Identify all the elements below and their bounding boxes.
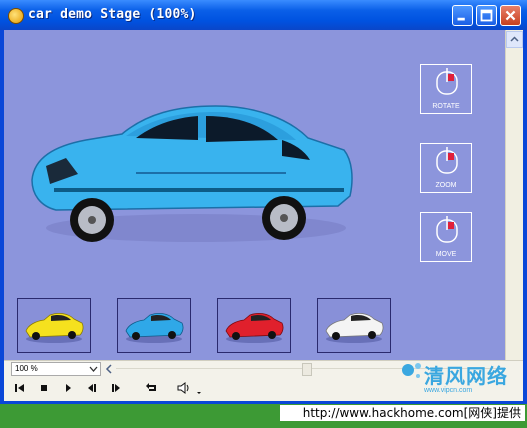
vertical-scrollbar[interactable] (505, 30, 523, 360)
chevron-down-icon (89, 366, 98, 372)
title-bar[interactable]: car demo Stage (100%) (0, 0, 527, 30)
zoom-label: ZOOM (435, 182, 457, 189)
thumbnail-red-car[interactable] (217, 298, 291, 353)
mouse-icon (436, 147, 458, 174)
scroll-left-button[interactable] (103, 363, 115, 375)
scroll-up-button[interactable] (506, 31, 523, 48)
rewind-button[interactable] (12, 380, 28, 396)
step-forward-button[interactable] (108, 380, 124, 396)
step-back-button[interactable] (84, 380, 100, 396)
main-car-model[interactable] (26, 88, 356, 248)
blue-car-image (125, 312, 184, 343)
thumbnail-yellow-car[interactable] (17, 298, 91, 353)
zoom-value: 100 % (15, 364, 38, 373)
stage-canvas[interactable]: ROTATE ZOOM MOVE (4, 30, 523, 360)
maximize-icon (480, 9, 493, 22)
rotate-label: ROTATE (432, 103, 460, 110)
volume-dropdown-icon[interactable] (194, 380, 210, 396)
rotate-button[interactable]: ROTATE (420, 64, 472, 114)
move-label: MOVE (435, 251, 457, 258)
zoom-select[interactable]: 100 % (11, 362, 101, 376)
mouse-icon (436, 216, 458, 243)
move-button[interactable]: MOVE (420, 212, 472, 262)
stop-button[interactable] (36, 380, 52, 396)
chevron-up-icon (510, 36, 519, 42)
app-icon (8, 8, 24, 24)
watermark-url: www.vipcn.com (424, 387, 473, 394)
minimize-button[interactable] (452, 5, 473, 26)
minimize-icon (457, 17, 465, 21)
watermark: 清风网络 www.vipcn.com (398, 352, 516, 396)
mouse-icon (436, 68, 458, 95)
red-car-image (225, 312, 284, 343)
maximize-button[interactable] (476, 5, 497, 26)
watermark-dots-icon (402, 363, 421, 378)
close-button[interactable] (500, 5, 521, 26)
loop-button[interactable] (144, 380, 160, 396)
play-button[interactable] (60, 380, 76, 396)
white-car-image (325, 312, 384, 343)
yellow-car-image (25, 312, 84, 343)
zoom-button[interactable]: ZOOM (420, 143, 472, 193)
volume-button[interactable] (176, 380, 192, 396)
watermark-brand: 清风网络 (424, 364, 508, 388)
window-title: car demo Stage (100%) (28, 7, 197, 22)
timeline-thumb[interactable] (302, 363, 312, 376)
footer-text: http://www.hackhome.com[网侠]提供 (280, 405, 525, 421)
thumbnail-blue-car[interactable] (117, 298, 191, 353)
close-icon (505, 10, 516, 21)
thumbnail-white-car[interactable] (317, 298, 391, 353)
